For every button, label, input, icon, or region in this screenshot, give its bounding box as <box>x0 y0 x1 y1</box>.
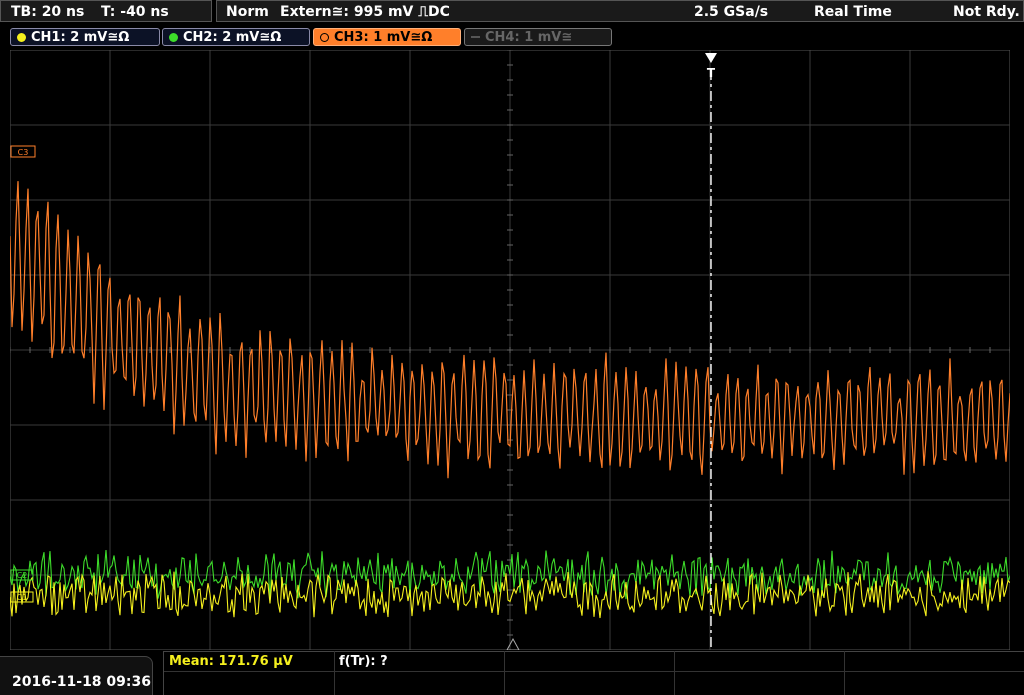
trigger-box[interactable]: Norm Extern≅: 995 mV ⎍DC 2.5 GSa/s Real … <box>216 0 1024 22</box>
waveform-display[interactable]: T C3 C2 C1 <box>10 50 1010 650</box>
ch1-color-dot <box>17 33 26 42</box>
ch1-button[interactable]: CH1: 2 mV≅Ω <box>10 28 160 46</box>
ch2-color-dot <box>169 33 178 42</box>
ch4-button[interactable]: CH4: 1 mV≅ <box>464 28 612 46</box>
ch2-label: CH2: 2 mV≅Ω <box>183 30 282 45</box>
timebase-label: TB: 20 ns <box>11 4 85 20</box>
sample-rate-label: 2.5 GSa/s <box>694 4 769 20</box>
acquisition-state-label: Not Rdy. <box>953 4 1020 20</box>
trigger-source-label: Extern≅: 995 mV ⎍DC <box>280 4 450 20</box>
ch3-offset-marker[interactable]: C3 <box>10 145 36 158</box>
ch3-color-dot <box>320 33 329 42</box>
datetime-box: 2016-11-18 09:36 <box>0 656 153 695</box>
ch1-marker-label: C1 <box>17 593 28 602</box>
trigger-level-icon[interactable] <box>506 637 520 650</box>
measurement-panel[interactable]: Mean: 171.76 µV f(Tr): ? <box>163 651 1024 695</box>
ch4-off-icon <box>471 36 480 38</box>
ch3-button[interactable]: CH3: 1 mV≅Ω <box>313 28 461 46</box>
timebase-box[interactable]: TB: 20 ns T: -40 ns <box>0 0 212 22</box>
graticule <box>10 50 1010 650</box>
trigger-mode-label: Norm <box>226 4 269 20</box>
trigger-position-icon[interactable] <box>705 53 717 63</box>
ch1-label: CH1: 2 mV≅Ω <box>31 30 130 45</box>
ftr-measurement: f(Tr): ? <box>339 654 388 669</box>
trigger-offset-label: T: -40 ns <box>101 4 169 20</box>
status-bar: TB: 20 ns T: -40 ns Norm Extern≅: 995 mV… <box>0 0 1024 24</box>
mean-measurement: Mean: 171.76 µV <box>169 654 293 669</box>
ch4-label: CH4: 1 mV≅ <box>485 30 573 45</box>
channel-bar: CH1: 2 mV≅Ω CH2: 2 mV≅Ω CH3: 1 mV≅Ω CH4:… <box>0 26 1024 48</box>
trigger-marker-label: T <box>707 66 716 80</box>
datetime-label: 2016-11-18 09:36 <box>12 674 151 690</box>
ch3-marker-label: C3 <box>18 148 29 157</box>
ch3-label: CH3: 1 mV≅Ω <box>334 30 433 45</box>
ch2-marker-label: C2 <box>17 571 28 580</box>
ch2-button[interactable]: CH2: 2 mV≅Ω <box>162 28 310 46</box>
acquisition-mode-label: Real Time <box>814 4 892 20</box>
